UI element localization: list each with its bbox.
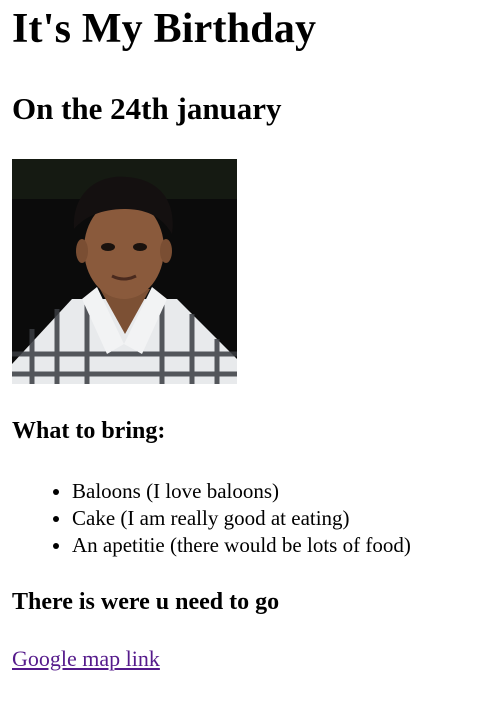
list-item: Cake (I am really good at eating): [72, 505, 493, 532]
location-heading: There is were u need to go: [12, 589, 280, 615]
bring-list: Baloons (I love baloons) Cake (I am real…: [12, 478, 493, 559]
list-item: Baloons (I love baloons): [72, 478, 493, 505]
page-title: It's My Birthday: [12, 6, 317, 52]
date-subtitle: On the 24th january: [12, 91, 282, 126]
ear-left: [76, 239, 88, 263]
portrait-photo: [12, 159, 237, 384]
ear-right: [160, 239, 172, 263]
eye-left: [101, 243, 115, 251]
birthday-page: It's My Birthday On the 24th january Wha…: [0, 0, 493, 672]
bring-heading: What to bring:: [12, 418, 166, 444]
eye-right: [133, 243, 147, 251]
list-item: An apetitie (there would be lots of food…: [72, 532, 493, 559]
google-map-link[interactable]: Google map link: [12, 646, 160, 672]
